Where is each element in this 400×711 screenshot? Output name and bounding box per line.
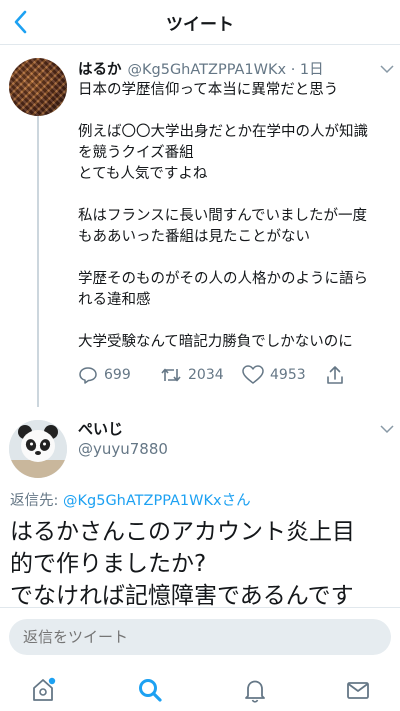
tweet-line: 例えば〇〇大学出身だとか在学中の人が知識 [78,124,368,140]
tweet-text: 日本の学歴信仰って本当に異常だと思う 例えば〇〇大学出身だとか在学中の人が知識 … [78,80,390,353]
tab-home[interactable] [30,677,56,703]
retweet-count: 2034 [188,367,224,383]
reply-button[interactable]: 699 [78,365,131,385]
tweet-line: 日本の学歴信仰って本当に異常だと思う [78,82,339,98]
reply-icon [79,367,97,384]
reply-input[interactable] [9,619,391,655]
avatar[interactable] [9,420,67,478]
reply-author-handle: @yuyu7880 [78,440,168,458]
tweet-header: はるか @Kg5GhATZPPA1WKx · 1日 [78,58,324,79]
home-icon [33,677,56,701]
tab-messages[interactable] [345,677,371,703]
tab-notifications[interactable] [242,677,268,703]
panda-avatar-image [9,420,67,478]
tweet-line: れる違和感 [78,292,151,308]
tweet-line: を競うクイズ番組 [78,145,194,161]
like-button[interactable]: 4953 [242,365,306,385]
reply-to-prefix: 返信先: [10,493,63,509]
author-name[interactable]: はるか [78,62,122,78]
tweet-line: 学歴そのものがその人の人格かのように語ら [78,271,368,287]
avatar[interactable] [9,58,67,116]
thread-line [37,115,39,407]
reply-line: 的で作りましたか? [10,551,207,577]
retweet-icon [161,368,181,382]
reply-count: 699 [104,367,131,383]
search-icon [139,679,162,702]
compose-bar [0,607,400,666]
page-title: ツイート [166,15,234,35]
tweet-line: もああいった番組は見たことがない [78,229,310,245]
mail-icon [347,682,369,699]
reply-line: はるかさんこのアカウント炎上目 [10,519,355,545]
reply-text: はるかさんこのアカウント炎上目 的で作りましたか? でなければ記憶障害であるんで… [10,516,395,612]
tweet-actions: 699 2034 4953 [78,365,378,389]
chevron-down-icon[interactable] [380,64,394,74]
chevron-down-icon[interactable] [380,424,394,434]
reply-to-line: 返信先: @Kg5GhATZPPA1WKxさん [10,489,251,510]
share-icon [327,366,343,384]
author-handle-time: @Kg5GhATZPPA1WKx · 1日 [127,62,324,78]
tweet-line: とても人気ですよね [78,166,208,182]
retweet-button[interactable]: 2034 [160,365,224,385]
tab-search[interactable] [137,677,163,703]
reply-author-name[interactable]: ぺいじ [78,418,123,439]
heart-icon [242,365,264,384]
nav-bar: ツイート [0,0,400,45]
bell-icon [245,680,265,703]
tab-bar [0,665,400,711]
reply-to-link[interactable]: @Kg5GhATZPPA1WKxさん [63,493,251,509]
like-count: 4953 [270,367,306,383]
share-button[interactable] [325,365,351,385]
tweet-line: 大学受験なんて暗記力勝負でしかないのに [78,334,353,350]
tweet-line: 私はフランスに長い間すんでいましたが一度 [78,208,367,224]
